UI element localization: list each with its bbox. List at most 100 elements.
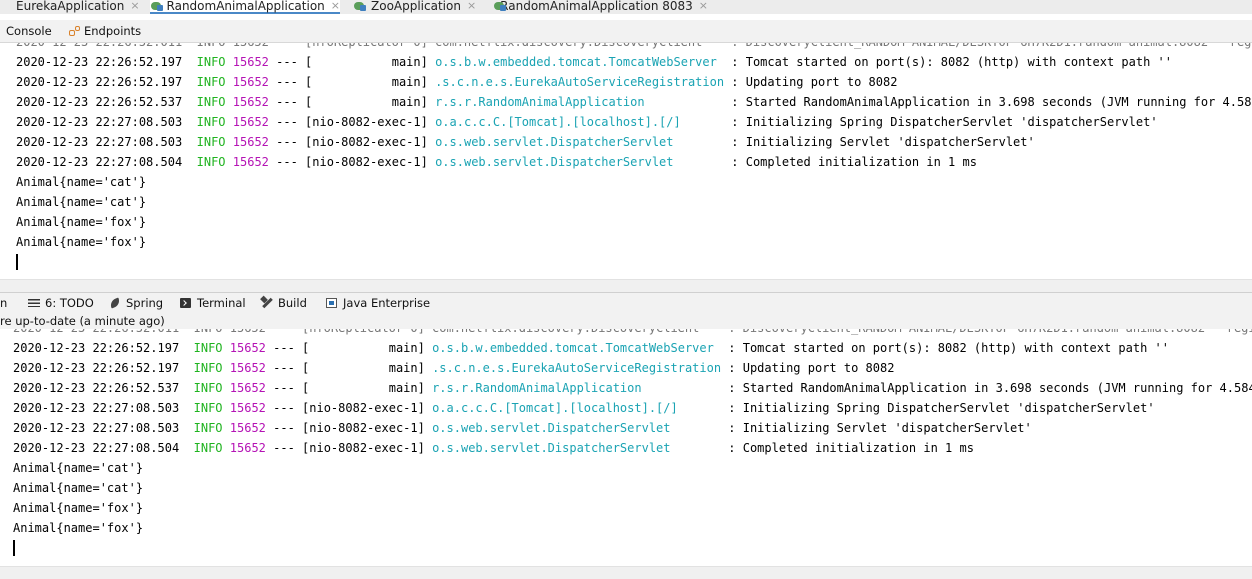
log-level: INFO: [193, 381, 223, 395]
log-timestamp: 2020-12-23 22:26:52.197: [16, 75, 183, 89]
log-thread: --- [nio-8082-exec-1]: [273, 421, 425, 435]
tool-spring[interactable]: Spring: [109, 296, 163, 310]
log-level: INFO: [193, 421, 223, 435]
log-logger: o.a.c.c.C.[Tomcat].[localhost].[/]: [435, 115, 725, 129]
tab-random-animal-application-8083[interactable]: RandomAnimalApplication 8083 ×: [493, 0, 708, 14]
log-message: : Initializing Servlet 'dispatcherServle…: [721, 421, 1032, 435]
log-thread: --- [ main]: [273, 361, 425, 375]
console-output[interactable]: 2020-12-23 22:26:52.011 INFO 15652 --- […: [0, 43, 1252, 279]
tool-java-enterprise[interactable]: Java Enterprise: [326, 296, 430, 310]
log-message: : Completed initialization in 1 ms: [724, 155, 977, 169]
log-line-partial: 2020-12-23 22:26:52.011 INFO 15652 --- […: [13, 329, 1252, 338]
output-text: Animal{name='fox'}: [16, 215, 147, 229]
log-line: 2020-12-23 22:27:08.504 INFO 15652 --- […: [13, 438, 974, 458]
log-pid: 15652: [232, 115, 269, 129]
log-thread: --- [nio-8082-exec-1]: [276, 115, 428, 129]
log-pid: 15652: [229, 421, 266, 435]
horizontal-scrollbar[interactable]: [0, 279, 1252, 292]
log-message: : Initializing Spring DispatcherServlet …: [724, 115, 1158, 129]
log-thread: --- [ main]: [276, 95, 428, 109]
tab-label: EurekaApplication: [16, 0, 125, 13]
tool-terminal[interactable]: Terminal: [180, 296, 246, 310]
tab-endpoints[interactable]: Endpoints: [68, 24, 141, 38]
log-line: 2020-12-23 22:27:08.503 INFO 15652 --- […: [16, 112, 1158, 132]
tool-spring-label: Spring: [126, 296, 164, 310]
log-thread: --- [nio-8082-exec-1]: [273, 401, 425, 415]
log-line: 2020-12-23 22:26:52.537 INFO 15652 --- […: [13, 378, 1252, 398]
output-text: Animal{name='cat'}: [13, 481, 144, 495]
log-timestamp: 2020-12-23 22:27:08.503: [16, 115, 183, 129]
log-message: : Tomcat started on port(s): 8082 (http)…: [724, 55, 1172, 69]
tab-zoo-application[interactable]: ZooApplication ×: [353, 0, 483, 14]
tab-endpoints-label: Endpoints: [84, 24, 142, 38]
output-text: Animal{name='fox'}: [16, 235, 147, 249]
log-logger: o.s.b.w.embedded.tomcat.TomcatWebServer: [432, 341, 722, 355]
log-text: 2020-12-23 22:26:52.011 INFO 15652 --- […: [16, 43, 1252, 49]
hammer-icon: [261, 297, 273, 309]
log-pid: 15652: [232, 95, 269, 109]
log-line-partial: 2020-12-23 22:26:52.011 INFO 15652 --- […: [16, 43, 1252, 52]
log-message: : Initializing Servlet 'dispatcherServle…: [724, 135, 1035, 149]
close-icon[interactable]: ×: [130, 0, 139, 12]
todo-icon: [28, 297, 40, 309]
console-output-duplicate[interactable]: 2020-12-23 22:26:52.011 INFO 15652 --- […: [0, 329, 1252, 566]
horizontal-scrollbar[interactable]: [0, 566, 1252, 579]
output-text: Animal{name='fox'}: [13, 521, 144, 535]
log-logger: o.s.web.servlet.DispatcherServlet: [435, 155, 725, 169]
spring-icon: [109, 297, 121, 309]
tool-todo[interactable]: 6: TODO: [28, 296, 94, 310]
log-level: INFO: [196, 95, 226, 109]
tab-console[interactable]: Console: [6, 24, 52, 38]
close-icon[interactable]: ×: [699, 0, 708, 12]
tool-window-bar: n 6: TODO Spring Terminal Build Java Ent…: [0, 292, 1252, 314]
log-message: : Initializing Spring DispatcherServlet …: [721, 401, 1155, 415]
tool-build[interactable]: Build: [261, 296, 307, 310]
console-endpoints-bar: Console Endpoints: [0, 20, 1252, 43]
log-timestamp: 2020-12-23 22:27:08.503: [13, 401, 180, 415]
output-text: Animal{name='cat'}: [16, 175, 147, 189]
log-level: INFO: [196, 155, 226, 169]
close-icon[interactable]: ×: [331, 0, 340, 12]
log-timestamp: 2020-12-23 22:27:08.503: [13, 421, 180, 435]
log-level: INFO: [193, 341, 223, 355]
tab-eureka-application[interactable]: EurekaApplication ×: [0, 0, 140, 14]
log-pid: 15652: [229, 361, 266, 375]
close-icon[interactable]: ×: [467, 0, 476, 12]
tab-random-animal-application[interactable]: RandomAnimalApplication ×: [150, 0, 340, 14]
log-level: INFO: [193, 361, 223, 375]
spring-boot-run-icon: [493, 0, 507, 12]
output-line: Animal{name='cat'}: [16, 192, 146, 212]
tab-label: RandomAnimalApplication 8083: [500, 0, 693, 13]
log-line: 2020-12-23 22:26:52.197 INFO 15652 --- […: [16, 52, 1172, 72]
log-level: INFO: [196, 115, 226, 129]
log-level: INFO: [193, 441, 223, 455]
output-line: Animal{name='fox'}: [13, 498, 143, 518]
log-text: 2020-12-23 22:26:52.011 INFO 15652 --- […: [13, 329, 1252, 335]
spring-boot-run-icon: [353, 0, 367, 12]
log-level: INFO: [196, 75, 226, 89]
log-message: : Tomcat started on port(s): 8082 (http)…: [721, 341, 1169, 355]
log-line: 2020-12-23 22:26:52.197 INFO 15652 --- […: [13, 338, 1169, 358]
log-line: 2020-12-23 22:27:08.504 INFO 15652 --- […: [16, 152, 977, 172]
tool-todo-label: 6: TODO: [45, 296, 94, 310]
log-message: : Started RandomAnimalApplication in 3.6…: [724, 95, 1252, 109]
log-timestamp: 2020-12-23 22:26:52.537: [13, 381, 180, 395]
log-level: INFO: [196, 55, 226, 69]
log-message: : Completed initialization in 1 ms: [721, 441, 974, 455]
log-thread: --- [nio-8082-exec-1]: [273, 441, 425, 455]
log-pid: 15652: [229, 381, 266, 395]
log-message: : Updating port to 8082: [724, 75, 898, 89]
spring-boot-run-icon: [150, 0, 163, 12]
output-text: Animal{name='fox'}: [13, 501, 144, 515]
log-timestamp: 2020-12-23 22:26:52.197: [13, 361, 180, 375]
output-text: Animal{name='cat'}: [16, 195, 147, 209]
log-level: INFO: [193, 401, 223, 415]
output-line: Animal{name='cat'}: [13, 478, 143, 498]
log-logger: .s.c.n.e.s.EurekaAutoServiceRegistration: [432, 361, 722, 375]
output-line: Animal{name='fox'}: [13, 518, 143, 538]
log-line: 2020-12-23 22:27:08.503 INFO 15652 --- […: [13, 418, 1032, 438]
log-logger: r.s.r.RandomAnimalApplication: [435, 95, 725, 109]
log-line: 2020-12-23 22:26:52.197 INFO 15652 --- […: [13, 358, 894, 378]
output-line: Animal{name='cat'}: [16, 172, 146, 192]
tool-run[interactable]: n: [0, 296, 7, 310]
